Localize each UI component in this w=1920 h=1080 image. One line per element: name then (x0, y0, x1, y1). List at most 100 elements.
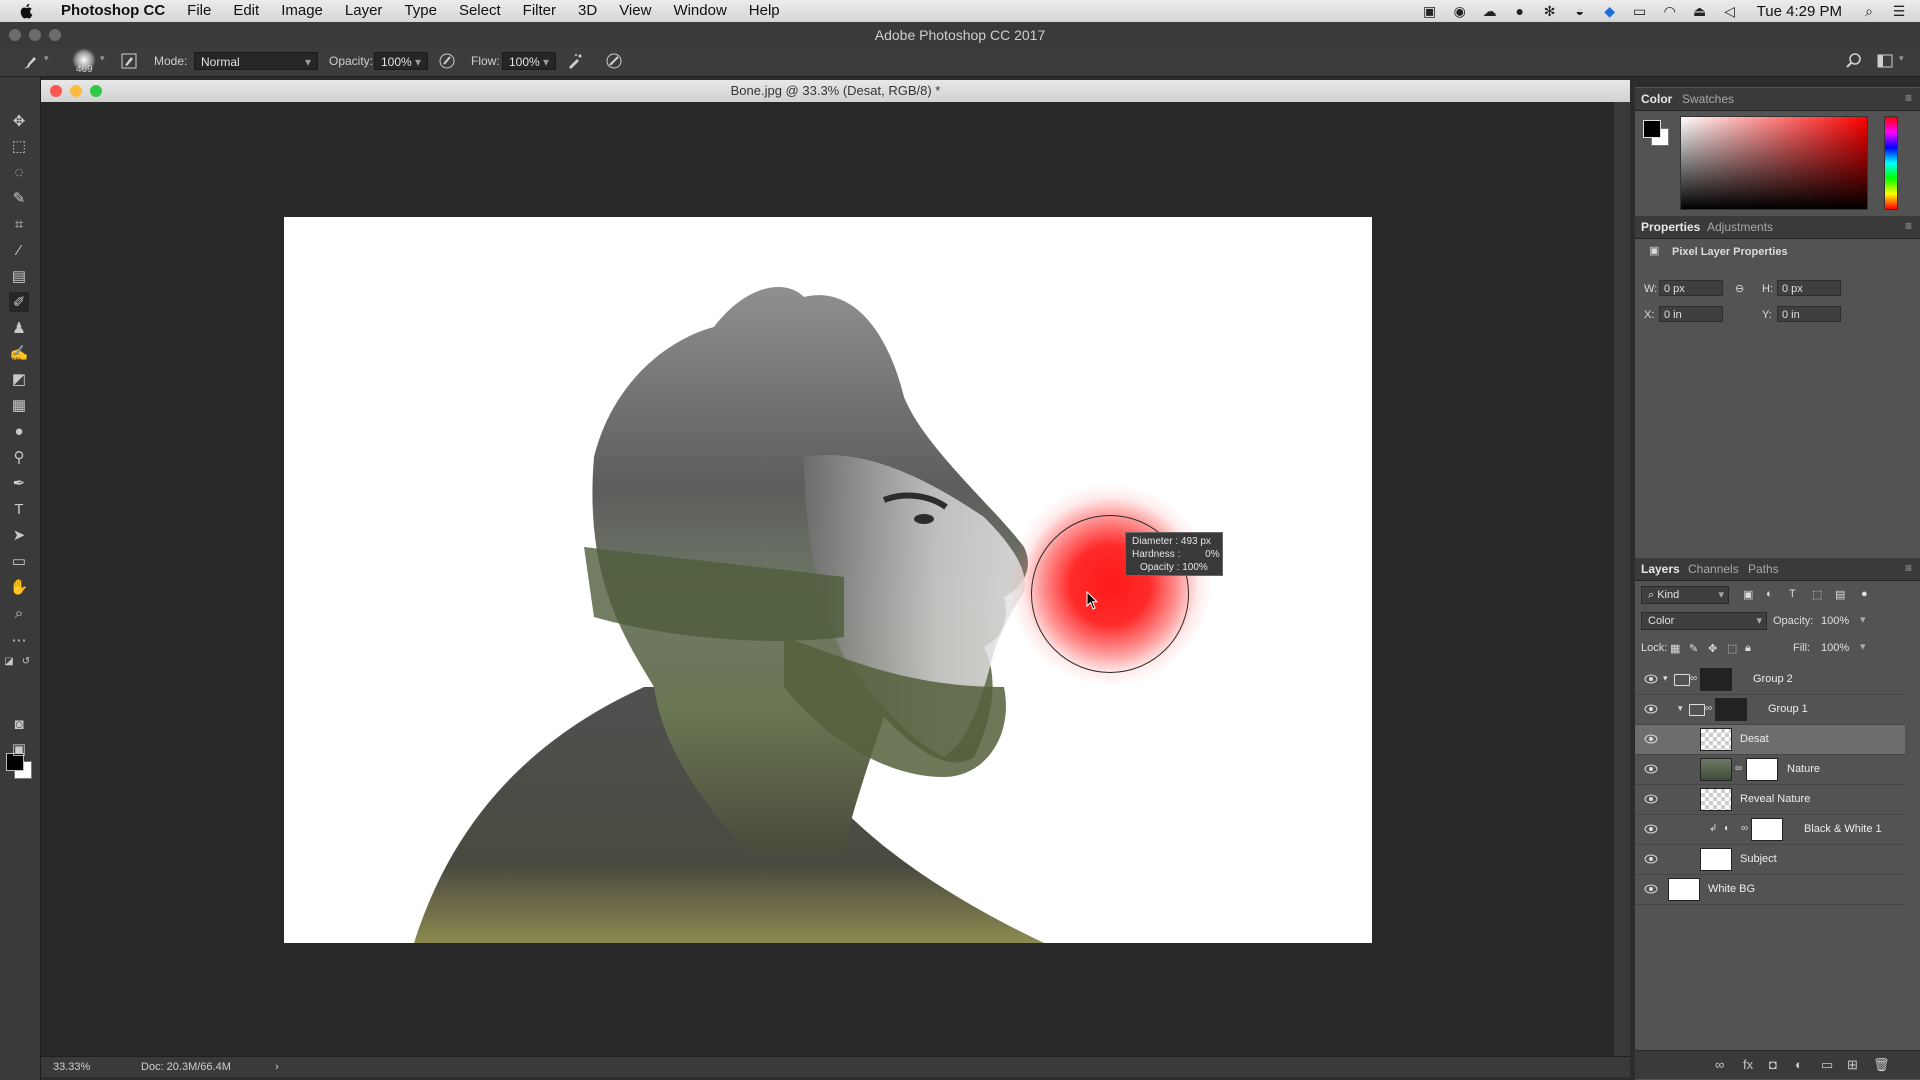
brush-panel-toggle-icon[interactable] (121, 53, 137, 69)
link-dimensions-icon[interactable]: ⊖ (1735, 282, 1744, 295)
dodge-tool-icon[interactable]: ⚲ (9, 447, 29, 467)
layer-row-reveal-nature[interactable]: Reveal Nature (1635, 785, 1905, 815)
blur-tool-icon[interactable]: ● (9, 421, 29, 441)
tab-paths[interactable]: Paths (1748, 562, 1779, 576)
layer-thumbnail[interactable] (1700, 728, 1732, 751)
filter-toggle-icon[interactable]: ● (1861, 588, 1868, 600)
filter-adjustment-icon[interactable]: ◐ (1766, 588, 1773, 600)
tool-preset-dropdown-icon[interactable]: ▾ (44, 53, 49, 64)
panel-menu-icon[interactable]: ≡ (1905, 561, 1912, 575)
airbrush-icon[interactable] (566, 52, 584, 70)
opacity-input[interactable]: 100% ▾ (374, 52, 428, 70)
tab-color[interactable]: Color (1641, 92, 1672, 106)
gradient-tool-icon[interactable]: ▦ (9, 395, 29, 415)
layer-row-black-white-1[interactable]: ↲ ◐ ∞ Black & White 1 (1635, 815, 1905, 845)
menu-filter[interactable]: Filter (512, 0, 567, 22)
healing-brush-tool-icon[interactable]: ▤ (9, 266, 29, 286)
layer-row-desat[interactable]: Desat (1635, 725, 1905, 755)
new-layer-icon[interactable]: ⊞ (1847, 1057, 1858, 1073)
x-field[interactable]: 0 in (1659, 306, 1723, 322)
layer-mask-thumbnail[interactable] (1715, 698, 1747, 721)
disk-icon[interactable]: ◒ (1571, 3, 1589, 19)
eyedropper-tool-icon[interactable]: ⁄ (9, 240, 29, 260)
brush-tool-preset-icon[interactable] (22, 54, 40, 70)
layer-mask-thumbnail[interactable] (1751, 818, 1783, 841)
link-mask-icon[interactable]: ∞ (1690, 673, 1697, 684)
hue-slider[interactable] (1884, 116, 1898, 210)
marquee-tool-icon[interactable]: ⬚ (9, 136, 29, 156)
quick-mask-icon[interactable]: ◙ (9, 714, 29, 734)
workspace-dropdown-icon[interactable]: ▾ (1899, 53, 1904, 64)
visibility-eye-icon[interactable] (1644, 853, 1658, 865)
tab-properties[interactable]: Properties (1641, 220, 1700, 234)
visibility-eye-icon[interactable] (1644, 703, 1658, 715)
quick-selection-tool-icon[interactable]: ✎ (9, 188, 29, 208)
layer-style-fx-icon[interactable]: fx (1743, 1057, 1753, 1072)
opacity-dropdown-icon[interactable]: ▾ (1860, 613, 1866, 626)
screen-capture-icon[interactable]: ▣ (1421, 3, 1439, 19)
menu-help[interactable]: Help (738, 0, 791, 22)
height-field[interactable]: 0 px (1777, 280, 1841, 296)
mode-select[interactable]: Normal ▾ (194, 52, 318, 70)
new-group-icon[interactable]: ▭ (1821, 1057, 1833, 1073)
lasso-tool-icon[interactable]: ◌ (9, 162, 29, 182)
menu-layer[interactable]: Layer (334, 0, 394, 22)
path-selection-tool-icon[interactable]: ➤ (9, 525, 29, 545)
add-mask-icon[interactable]: ◘ (1769, 1057, 1777, 1072)
visibility-eye-icon[interactable] (1644, 733, 1658, 745)
lock-transparency-icon[interactable]: ▦ (1670, 642, 1680, 655)
eraser-tool-icon[interactable]: ◩ (9, 369, 29, 389)
menu-file[interactable]: File (176, 0, 222, 22)
menu-image[interactable]: Image (270, 0, 334, 22)
new-adjustment-layer-icon[interactable]: ◐ (1795, 1057, 1803, 1072)
edit-toolbar-icon[interactable]: ⋯ (9, 630, 29, 650)
menu-app-name[interactable]: Photoshop CC (50, 0, 176, 22)
apple-menu-icon[interactable] (18, 2, 36, 20)
search-icon[interactable] (1845, 52, 1863, 70)
panel-menu-icon[interactable]: ≡ (1905, 91, 1912, 105)
history-brush-tool-icon[interactable]: ✍ (9, 343, 29, 363)
filter-pixel-icon[interactable]: ▣ (1743, 588, 1753, 601)
layer-thumbnail[interactable] (1700, 788, 1732, 811)
color-panel-foreground-swatch[interactable] (1643, 120, 1661, 138)
swap-colors-icon[interactable]: ↺ (20, 655, 32, 667)
link-layers-icon[interactable]: ∞ (1715, 1057, 1724, 1072)
spotlight-search-icon[interactable]: ⌕ (1860, 3, 1878, 19)
pressure-size-icon[interactable] (605, 52, 623, 70)
width-field[interactable]: 0 px (1659, 280, 1723, 296)
menu-select[interactable]: Select (448, 0, 512, 22)
layer-row-white-bg[interactable]: White BG (1635, 875, 1905, 905)
visibility-eye-icon[interactable] (1644, 763, 1658, 775)
volume-icon[interactable]: ◁ (1721, 3, 1739, 19)
filter-shape-icon[interactable]: ⬚ (1812, 588, 1822, 601)
menu-edit[interactable]: Edit (222, 0, 270, 22)
expand-group-icon[interactable]: ▾ (1678, 703, 1683, 714)
message-icon[interactable]: ● (1511, 3, 1529, 19)
visibility-eye-icon[interactable] (1644, 823, 1658, 835)
layer-thumbnail[interactable] (1700, 758, 1732, 781)
layer-row-group-2[interactable]: ▾ ∞ Group 2 (1635, 665, 1905, 695)
layer-row-group-1[interactable]: ▾ ∞ Group 1 (1635, 695, 1905, 725)
lock-pixels-icon[interactable]: ✎ (1689, 642, 1698, 655)
tab-swatches[interactable]: Swatches (1682, 92, 1734, 106)
wifi-icon[interactable]: ◠ (1661, 3, 1679, 19)
layer-filter-select[interactable]: ⌕ Kind ▾ (1641, 586, 1729, 604)
fill-field[interactable]: 100% (1817, 640, 1863, 656)
rectangle-tool-icon[interactable]: ▭ (9, 551, 29, 571)
menu-view[interactable]: View (608, 0, 662, 22)
layer-opacity-field[interactable]: 100% (1817, 613, 1863, 629)
color-picker-field[interactable] (1680, 116, 1868, 210)
filter-type-icon[interactable]: T (1789, 588, 1796, 600)
crop-tool-icon[interactable]: ⌗ (9, 214, 29, 234)
delete-layer-icon[interactable]: 🗑︎ (1873, 1057, 1890, 1073)
lock-position-icon[interactable]: ✥ (1708, 642, 1717, 655)
type-tool-icon[interactable]: T (9, 499, 29, 519)
pen-tool-icon[interactable]: ✒ (9, 473, 29, 493)
workspace-switcher-icon[interactable] (1876, 52, 1894, 70)
app-tray-icon[interactable]: ◉ (1451, 3, 1469, 19)
expand-group-icon[interactable]: ▾ (1663, 673, 1668, 684)
link-mask-icon[interactable]: ∞ (1735, 763, 1742, 774)
tab-channels[interactable]: Channels (1688, 562, 1739, 576)
layer-thumbnail[interactable] (1700, 848, 1732, 871)
status-menu-arrow-icon[interactable]: › (275, 1061, 279, 1073)
